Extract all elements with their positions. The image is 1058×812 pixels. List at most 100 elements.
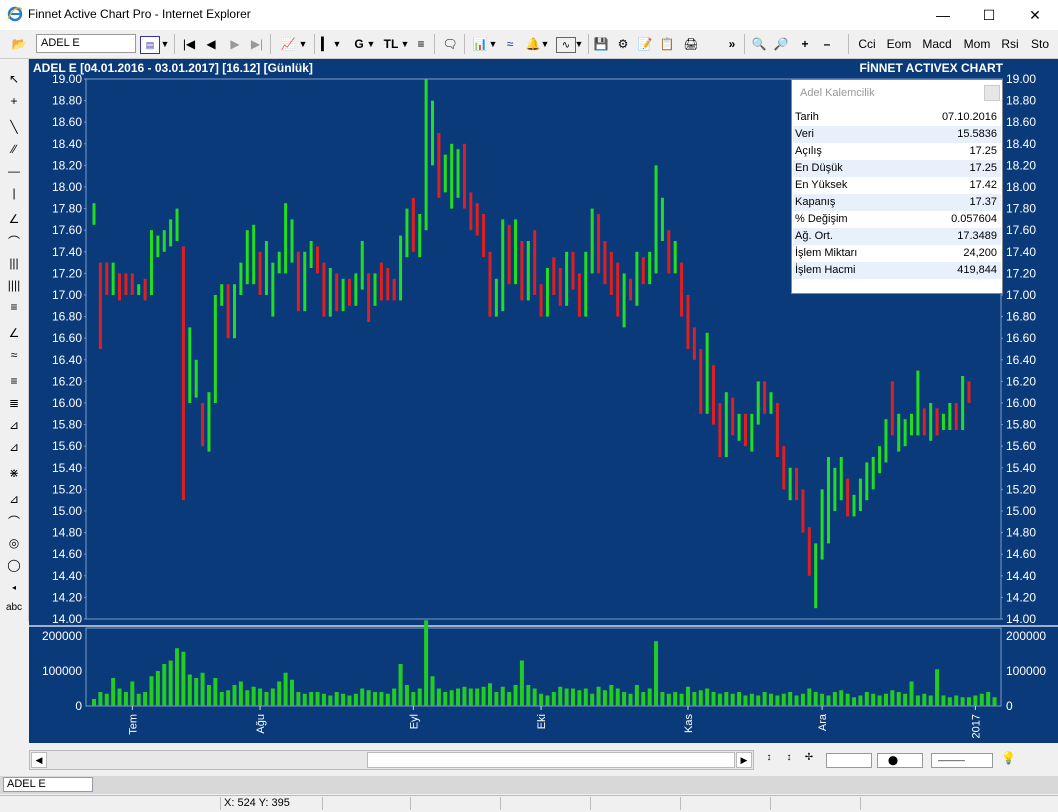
fibonacci-extension-icon[interactable]: ≣ — [3, 393, 25, 413]
fan-lines-icon[interactable]: ∠ — [3, 209, 25, 229]
currency-button[interactable]: TL — [382, 33, 400, 55]
maximize-button[interactable]: ☐ — [966, 0, 1012, 30]
indicators-icon[interactable]: 📊 — [470, 33, 490, 55]
ohlc-bar — [903, 419, 907, 447]
volume-bar — [903, 693, 908, 706]
bar-style-icon[interactable]: ▎ — [320, 33, 332, 55]
last-page-icon[interactable]: ▶| — [248, 33, 266, 55]
arc-icon[interactable]: ⌒ — [3, 231, 25, 251]
andrews-pitchfork-icon[interactable]: ⋇ — [3, 463, 25, 483]
retracement-icon[interactable]: ≡ — [3, 297, 25, 317]
horizontal-line-icon[interactable]: — — [3, 161, 25, 181]
info-row-label: En Yüksek — [795, 179, 848, 191]
minimize-button[interactable]: — — [920, 0, 966, 30]
first-page-icon[interactable]: |◀ — [180, 33, 198, 55]
ohlc-bar — [379, 262, 383, 301]
arrow-icon[interactable]: ◂ — [3, 577, 25, 597]
ohlc-bar — [92, 203, 96, 225]
fit-vertical-alt-icon[interactable]: ↕ — [782, 752, 796, 768]
alarm-dropdown-icon[interactable]: ▼ — [540, 33, 550, 55]
gann-fan-icon[interactable]: ⊿ — [3, 437, 25, 457]
scroll-thumb[interactable] — [367, 752, 735, 768]
time-zones-icon[interactable]: |||| — [3, 275, 25, 295]
price-tick-left: 17.20 — [52, 266, 82, 280]
symbol-tab[interactable]: ADEL E — [3, 777, 93, 792]
trend-line-icon[interactable]: ╲ — [3, 117, 25, 137]
template-dropdown-icon[interactable]: ▼ — [574, 33, 584, 55]
info-panel-header[interactable]: Adel Kalemcilik — [792, 80, 1002, 106]
toolbar-overflow-icon[interactable]: » — [726, 33, 738, 55]
ohlc-bar — [443, 154, 447, 193]
time-tick-label: Eyl — [408, 714, 420, 729]
volume-bar — [660, 692, 665, 706]
symbol-input[interactable]: ADEL E — [36, 34, 136, 53]
close-button[interactable]: ✕ — [1012, 0, 1058, 30]
text-tool-icon[interactable]: abc — [3, 597, 25, 617]
list-icon[interactable]: ≡ — [412, 33, 430, 55]
fit-vertical-icon[interactable]: ↕ — [762, 752, 776, 768]
info-panel-close-button[interactable] — [984, 85, 1000, 101]
indicator-macd-button[interactable]: Macd — [918, 33, 956, 55]
template-icon[interactable]: ∿ — [556, 37, 576, 53]
indicator-mom-button[interactable]: Mom — [960, 33, 994, 55]
print-icon[interactable]: 🖨 — [682, 33, 700, 55]
move-all-icon[interactable]: ✢ — [802, 752, 816, 768]
line-color-select[interactable] — [826, 753, 872, 768]
shrink-icon[interactable]: – — [818, 33, 836, 55]
parallel-lines-icon[interactable]: ∕∕ — [3, 139, 25, 159]
channel-icon[interactable]: ≈ — [3, 345, 25, 365]
chart-type-icon[interactable]: 📈 — [278, 33, 298, 55]
bar-style-dropdown-icon[interactable]: ▼ — [332, 33, 342, 55]
indicator-eom-button[interactable]: Eom — [884, 33, 914, 55]
save-icon[interactable]: 💾 — [592, 33, 610, 55]
vertical-line-icon[interactable]: | — [3, 183, 25, 203]
volume-bar — [692, 692, 697, 706]
chart-type-dropdown-icon[interactable]: ▼ — [298, 33, 308, 55]
open-folder-icon[interactable]: 📂 — [8, 33, 30, 55]
scroll-right-icon[interactable]: ▶ — [736, 752, 752, 768]
scroll-left-icon[interactable]: ◀ — [31, 752, 47, 768]
marker-style-select[interactable]: ⬤ — [877, 753, 923, 768]
period-dropdown-icon[interactable]: ▼ — [366, 33, 376, 55]
copy-icon[interactable]: 📋 — [658, 33, 676, 55]
cycle-lines-icon[interactable]: ||| — [3, 253, 25, 273]
symbol-dropdown-arrow-icon[interactable]: ▼ — [160, 33, 170, 55]
ohlc-bar — [884, 419, 888, 463]
gann-angle-icon[interactable]: ⊿ — [3, 415, 25, 435]
speed-lines-icon[interactable]: ∠ — [3, 323, 25, 343]
volume-bar — [309, 692, 314, 706]
expand-icon[interactable]: + — [796, 33, 814, 55]
price-tick-right: 14.20 — [1006, 590, 1036, 604]
indicator-cci-button[interactable]: Cci — [854, 33, 880, 55]
spiral-icon[interactable]: ◎ — [3, 533, 25, 553]
symbol-list-icon[interactable]: ▤ — [140, 36, 160, 54]
tip-bulb-icon[interactable]: 💡 — [1001, 751, 1017, 769]
comment-icon[interactable]: 🗨 — [440, 33, 460, 55]
properties-icon[interactable]: 📝 — [636, 33, 654, 55]
volume-bar — [487, 683, 492, 706]
indicator-rsi-button[interactable]: Rsi — [998, 33, 1022, 55]
ellipse-icon[interactable]: ◯ — [3, 555, 25, 575]
indicator-sto-button[interactable]: Sto — [1026, 33, 1054, 55]
regression-icon[interactable]: ⊿ — [3, 489, 25, 509]
line-style-select[interactable]: ——— — [931, 753, 993, 768]
currency-dropdown-icon[interactable]: ▼ — [400, 33, 410, 55]
data-info-panel[interactable]: Adel Kalemcilik Tarih 07.10.2016 Veri 15.58… — [791, 79, 1003, 294]
ohlc-bar — [360, 241, 364, 290]
ohlc-bar — [788, 467, 792, 501]
fibonacci-icon[interactable]: ≡ — [3, 371, 25, 391]
zoom-out-icon[interactable]: 🔎 — [772, 33, 790, 55]
previous-icon[interactable]: ◀ — [202, 33, 220, 55]
ohlc-bar — [482, 214, 486, 258]
volume-bar — [213, 678, 218, 706]
compare-icon[interactable]: ≈ — [500, 33, 520, 55]
next-icon[interactable]: ▶ — [226, 33, 244, 55]
indicators-dropdown-icon[interactable]: ▼ — [488, 33, 498, 55]
settings-icon[interactable]: ⚙ — [614, 33, 632, 55]
crosshair-icon[interactable]: + — [3, 91, 25, 111]
pointer-icon[interactable]: ↖ — [3, 69, 25, 89]
period-button[interactable]: G — [352, 33, 366, 55]
arc-fan-icon[interactable]: ⌒ — [3, 511, 25, 531]
ohlc-bar — [169, 219, 173, 247]
zoom-in-icon[interactable]: 🔍 — [750, 33, 768, 55]
